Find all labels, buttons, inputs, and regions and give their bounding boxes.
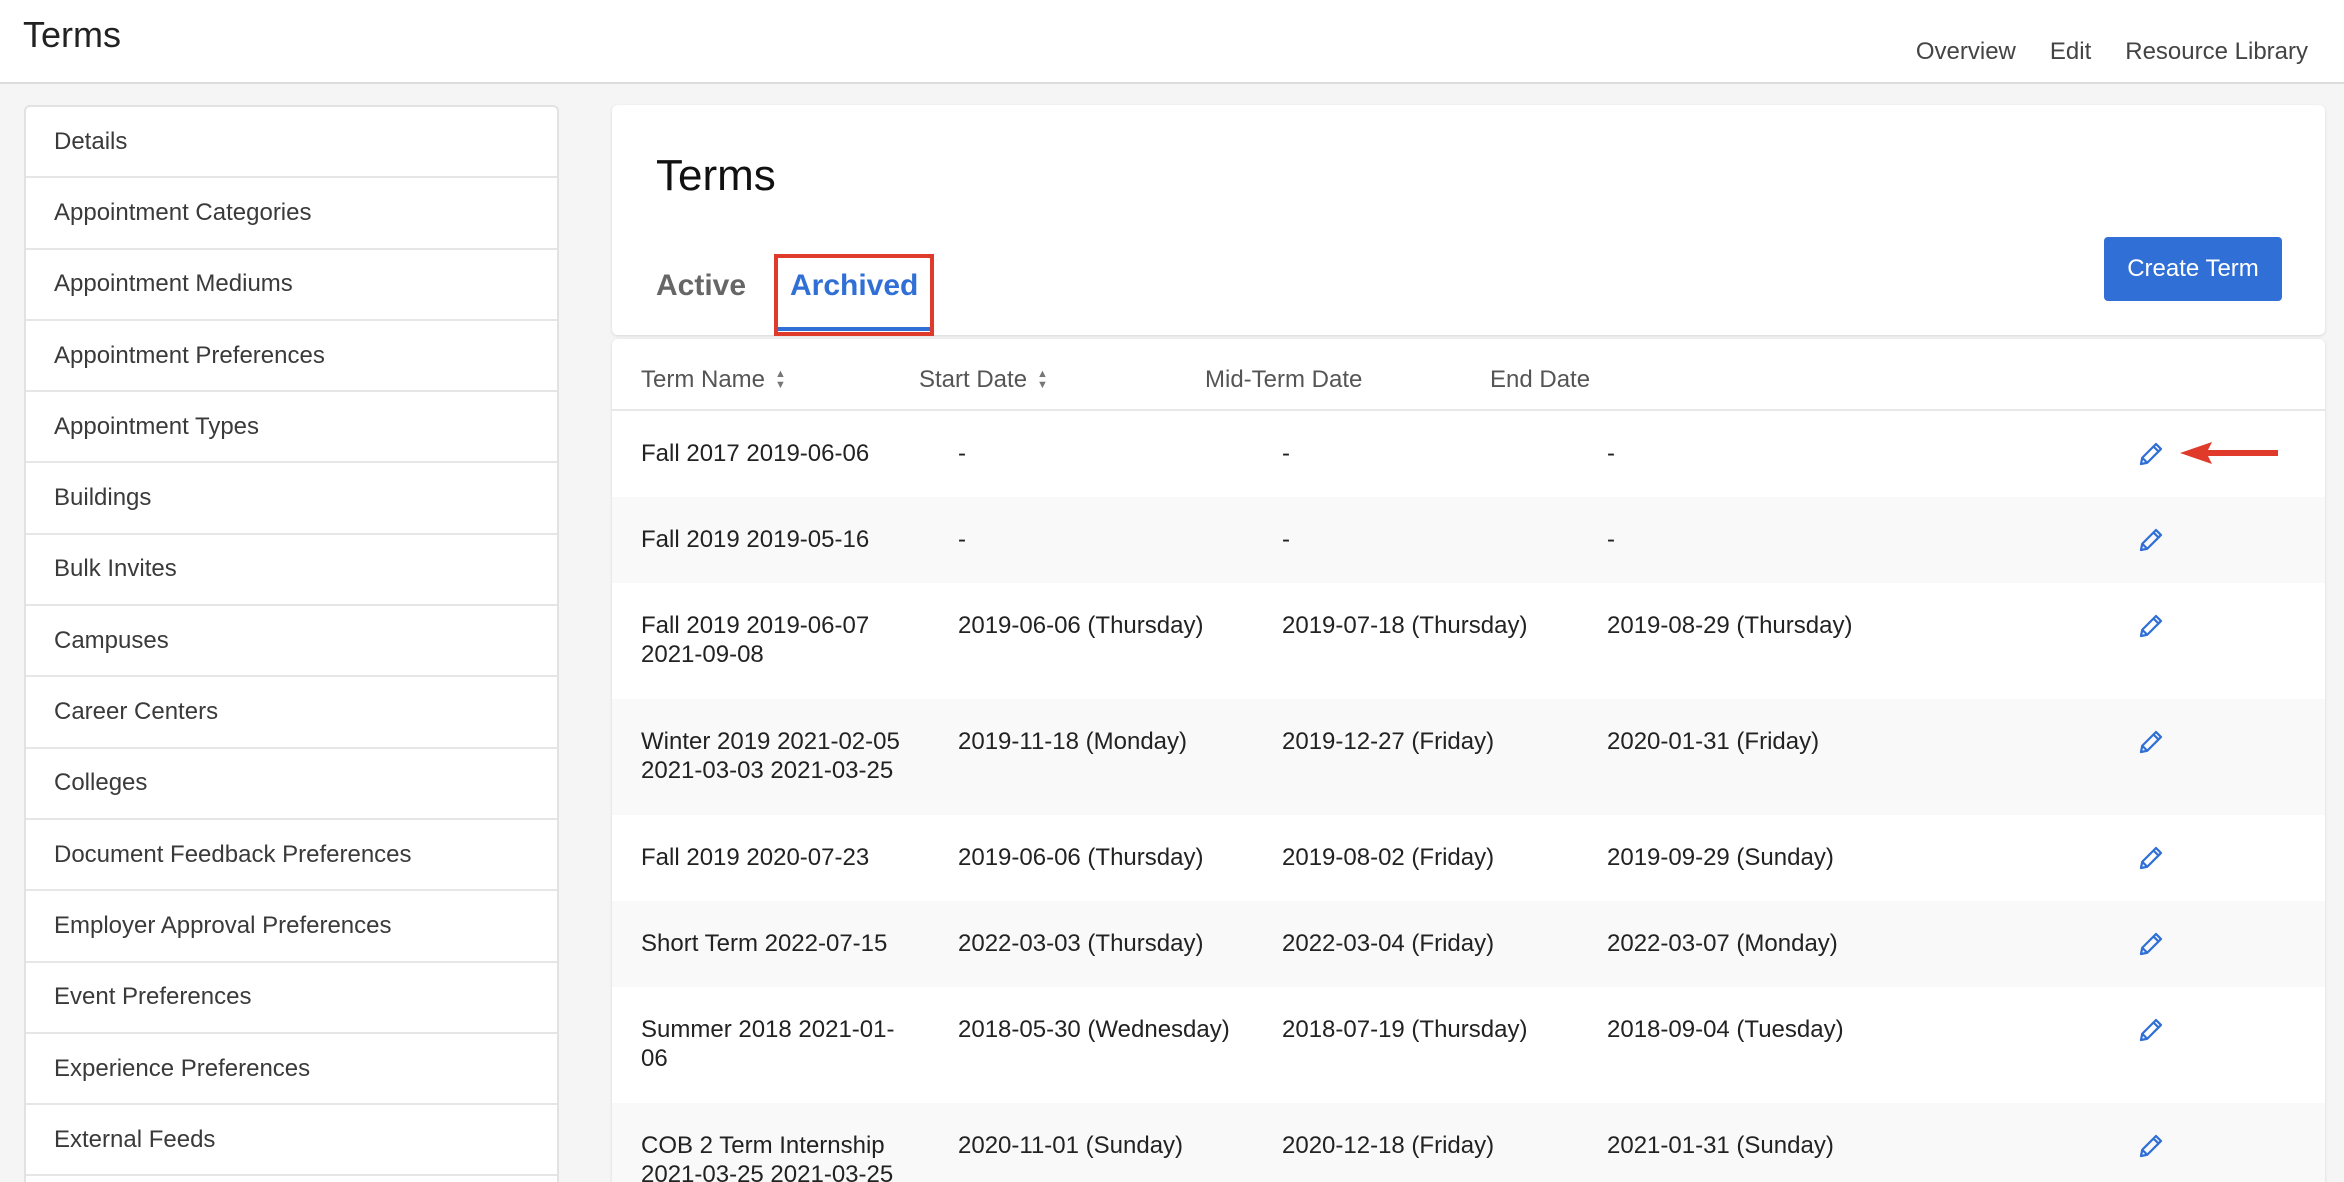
cell-term-name: COB 2 Term Internship 2021-03-25 2021-03… bbox=[641, 1132, 894, 1182]
cell-mid-term-date: 2018-07-19 (Thursday) bbox=[1282, 1016, 1528, 1043]
column-term-name[interactable]: Term Name ▲ ▼ bbox=[641, 366, 786, 394]
cell-end-date: 2019-08-29 (Thursday) bbox=[1607, 612, 1853, 639]
table-header: Term Name ▲ ▼ Start Date ▲ ▼ Mid-Term Date… bbox=[612, 339, 2325, 411]
sidebar-item-event-preferences[interactable]: Event Preferences bbox=[26, 963, 557, 1034]
sidebar-item-appointment-mediums[interactable]: Appointment Mediums bbox=[26, 250, 557, 321]
top-nav: Overview Edit Resource Library bbox=[1916, 38, 2308, 66]
table-row: Summer 2018 2021-01-06 2018-05-30 (Wedne… bbox=[612, 987, 2325, 1103]
cell-start-date: - bbox=[958, 440, 966, 467]
pencil-edit-icon[interactable] bbox=[2136, 1131, 2166, 1161]
table-row: COB 2 Term Internship 2021-03-25 2021-03… bbox=[612, 1103, 2325, 1182]
sidebar-item-career-centers[interactable]: Career Centers bbox=[26, 677, 557, 749]
sidebar-item-appointment-preferences[interactable]: Appointment Preferences bbox=[26, 321, 557, 393]
cell-term-name: Fall 2019 2020-07-23 bbox=[641, 844, 870, 871]
sidebar-item-campuses[interactable]: Campuses bbox=[26, 606, 557, 678]
cell-start-date: 2019-11-18 (Monday) bbox=[958, 728, 1188, 755]
sidebar-item-document-feedback-preferences[interactable]: Document Feedback Preferences bbox=[26, 820, 557, 892]
sidebar-item-experience-preferences[interactable]: Experience Preferences bbox=[26, 1034, 557, 1106]
pencil-edit-icon[interactable] bbox=[2136, 929, 2166, 959]
sort-icon[interactable]: ▲ ▼ bbox=[775, 369, 786, 391]
pencil-edit-icon[interactable] bbox=[2136, 525, 2166, 555]
cell-end-date: - bbox=[1607, 526, 1615, 553]
top-bar: Terms Overview Edit Resource Library bbox=[0, 0, 2344, 84]
cell-start-date: 2019-06-06 (Thursday) bbox=[958, 844, 1204, 871]
tab-selected-underline bbox=[778, 327, 930, 331]
cell-mid-term-date: 2019-07-18 (Thursday) bbox=[1282, 612, 1528, 639]
table-row: Winter 2019 2021-02-05 2021-03-03 2021-0… bbox=[612, 699, 2325, 815]
terms-table: Term Name ▲ ▼ Start Date ▲ ▼ Mid-Term Date… bbox=[612, 339, 2325, 1182]
cell-start-date: 2022-03-03 (Thursday) bbox=[958, 930, 1204, 957]
column-label: End Date bbox=[1490, 366, 1591, 393]
page-title: Terms bbox=[656, 151, 776, 200]
cell-start-date: 2018-05-30 (Wednesday) bbox=[958, 1016, 1230, 1043]
create-term-button[interactable]: Create Term bbox=[2104, 237, 2282, 301]
sidebar-item-employer-approval-preferences[interactable]: Employer Approval Preferences bbox=[26, 891, 557, 963]
nav-edit[interactable]: Edit bbox=[2050, 38, 2091, 66]
settings-sidebar: Details Appointment Categories Appointme… bbox=[24, 105, 559, 1182]
sidebar-item-buildings[interactable]: Buildings bbox=[26, 463, 557, 535]
cell-term-name: Fall 2019 2019-06-07 2021-09-08 bbox=[641, 612, 870, 668]
cell-term-name: Fall 2019 2019-05-16 bbox=[641, 526, 870, 553]
cell-mid-term-date: 2019-08-02 (Friday) bbox=[1282, 844, 1495, 871]
pencil-edit-icon[interactable] bbox=[2136, 439, 2166, 469]
column-mid-term-date: Mid-Term Date bbox=[1205, 366, 1362, 394]
cell-mid-term-date: - bbox=[1282, 526, 1290, 553]
sidebar-item-appointment-categories[interactable]: Appointment Categories bbox=[26, 178, 557, 250]
pencil-edit-icon[interactable] bbox=[2136, 1015, 2166, 1045]
cell-start-date: - bbox=[958, 526, 966, 553]
cell-term-name: Short Term 2022-07-15 bbox=[641, 930, 888, 957]
sidebar-item-appointment-types[interactable]: Appointment Types bbox=[26, 392, 557, 464]
cell-start-date: 2020-11-01 (Sunday) bbox=[958, 1132, 1184, 1159]
tab-active[interactable]: Active bbox=[656, 269, 746, 303]
table-row: Fall 2019 2020-07-23 2019-06-06 (Thursda… bbox=[612, 815, 2325, 901]
pencil-edit-icon[interactable] bbox=[2136, 843, 2166, 873]
column-end-date: End Date bbox=[1490, 366, 1590, 394]
cell-term-name: Summer 2018 2021-01-06 bbox=[641, 1016, 895, 1072]
nav-overview[interactable]: Overview bbox=[1916, 38, 2016, 66]
cell-term-name: Fall 2017 2019-06-06 bbox=[641, 440, 870, 467]
column-label: Term Name bbox=[641, 366, 766, 393]
cell-mid-term-date: - bbox=[1282, 440, 1290, 467]
terms-header-card: Terms Active Archived Create Term bbox=[612, 105, 2325, 336]
table-row: Fall 2017 2019-06-06 - - - bbox=[612, 411, 2325, 497]
sidebar-item-colleges[interactable]: Colleges bbox=[26, 749, 557, 820]
pencil-edit-icon[interactable] bbox=[2136, 611, 2166, 641]
cell-end-date: - bbox=[1607, 440, 1615, 467]
column-start-date[interactable]: Start Date ▲ ▼ bbox=[919, 366, 1048, 394]
red-arrow-icon bbox=[2180, 442, 2278, 464]
sort-icon[interactable]: ▲ ▼ bbox=[1037, 369, 1048, 391]
nav-resource-library[interactable]: Resource Library bbox=[2125, 38, 2308, 66]
annotation-highlight-box bbox=[774, 254, 934, 336]
cell-end-date: 2021-01-31 (Sunday) bbox=[1607, 1132, 1834, 1159]
cell-mid-term-date: 2020-12-18 (Friday) bbox=[1282, 1132, 1495, 1159]
cell-start-date: 2019-06-06 (Thursday) bbox=[958, 612, 1204, 639]
app-title: Terms bbox=[23, 14, 121, 55]
table-row: Short Term 2022-07-15 2022-03-03 (Thursd… bbox=[612, 901, 2325, 987]
sidebar-item-external-feeds[interactable]: External Feeds bbox=[26, 1105, 557, 1177]
column-label: Start Date bbox=[919, 366, 1028, 393]
table-row: Fall 2019 2019-05-16 - - - bbox=[612, 497, 2325, 583]
column-label: Mid-Term Date bbox=[1205, 366, 1363, 393]
table-row: Fall 2019 2019-06-07 2021-09-08 2019-06-… bbox=[612, 583, 2325, 699]
cell-end-date: 2022-03-07 (Monday) bbox=[1607, 930, 1838, 957]
cell-term-name: Winter 2019 2021-02-05 2021-03-03 2021-0… bbox=[641, 728, 900, 784]
cell-mid-term-date: 2019-12-27 (Friday) bbox=[1282, 728, 1495, 755]
sidebar-item-bulk-invites[interactable]: Bulk Invites bbox=[26, 535, 557, 607]
cell-end-date: 2019-09-29 (Sunday) bbox=[1607, 844, 1834, 871]
cell-end-date: 2020-01-31 (Friday) bbox=[1607, 728, 1820, 755]
cell-end-date: 2018-09-04 (Tuesday) bbox=[1607, 1016, 1844, 1043]
cell-mid-term-date: 2022-03-04 (Friday) bbox=[1282, 930, 1495, 957]
pencil-edit-icon[interactable] bbox=[2136, 727, 2166, 757]
sidebar-item-details[interactable]: Details bbox=[26, 107, 557, 179]
